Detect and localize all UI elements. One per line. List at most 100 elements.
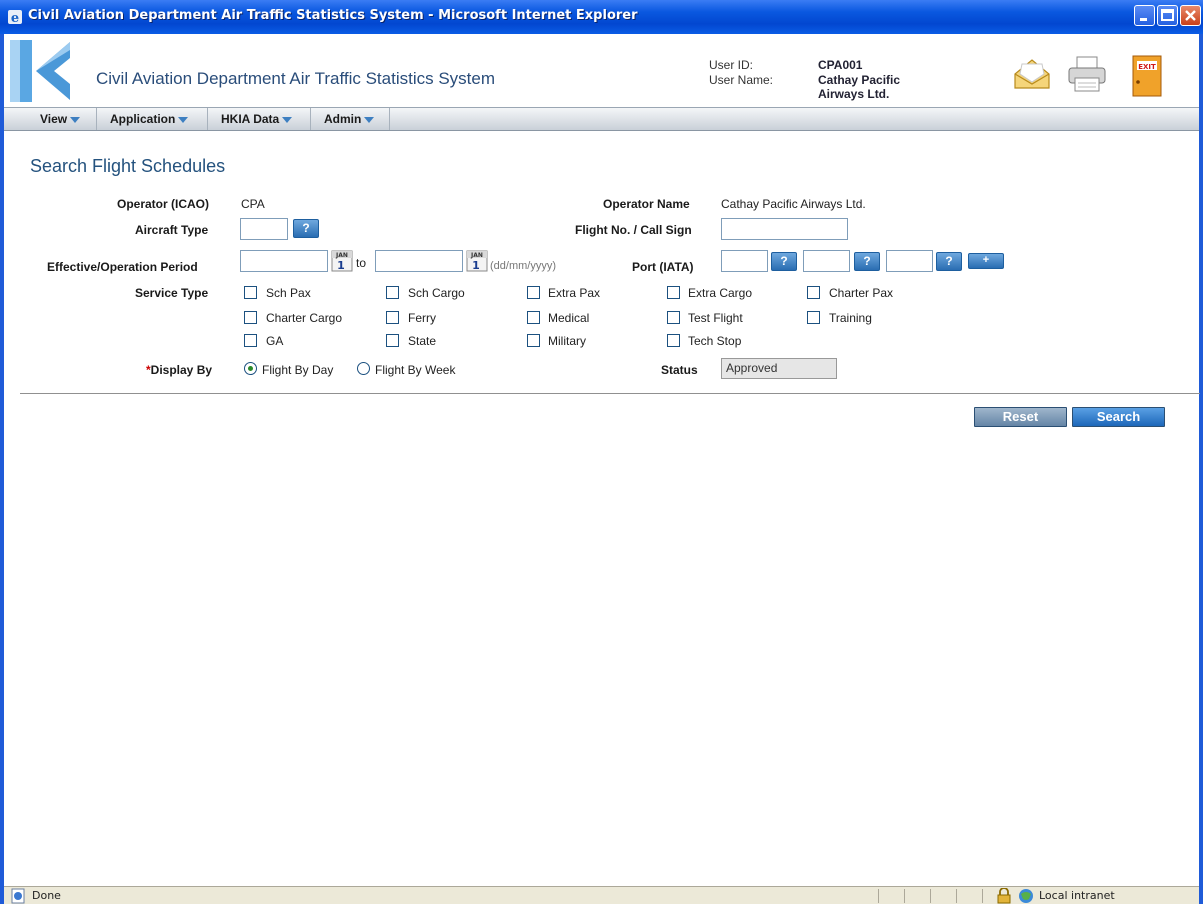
service-ferry-checkbox[interactable] bbox=[386, 311, 399, 324]
security-zone-text: Local intranet bbox=[1039, 889, 1115, 902]
radio-selected-dot bbox=[248, 366, 253, 371]
service-charter-cargo-label: Charter Cargo bbox=[266, 311, 343, 325]
port-label: Port (IATA) bbox=[632, 260, 694, 274]
service-military-checkbox[interactable] bbox=[527, 334, 540, 347]
menu-hkia-data-label: HKIA Data bbox=[221, 112, 280, 126]
chevron-down-icon bbox=[282, 116, 293, 123]
app-title: Civil Aviation Department Air Traffic St… bbox=[96, 69, 496, 88]
status-label: Status bbox=[661, 363, 698, 377]
add-port-button[interactable]: + bbox=[968, 253, 1004, 269]
exit-icon[interactable]: EXIT bbox=[1132, 55, 1162, 97]
port-input-1[interactable] bbox=[721, 250, 768, 272]
chevron-down-icon bbox=[178, 116, 189, 123]
port-input-2[interactable] bbox=[803, 250, 850, 272]
search-button[interactable]: Search bbox=[1072, 407, 1165, 427]
service-ferry-label: Ferry bbox=[408, 311, 436, 325]
service-medical-label: Medical bbox=[548, 311, 590, 325]
service-extra-cargo-checkbox[interactable] bbox=[667, 286, 680, 299]
status-text: Done bbox=[32, 889, 61, 902]
aircraft-type-label: Aircraft Type bbox=[135, 223, 209, 237]
menu-admin-label: Admin bbox=[324, 112, 362, 126]
cad-logo bbox=[10, 40, 70, 102]
service-tech-stop-checkbox[interactable] bbox=[667, 334, 680, 347]
browser-content: Civil Aviation Department Air Traffic St… bbox=[4, 34, 1200, 904]
display-by-week-radio[interactable] bbox=[357, 362, 370, 375]
reset-button[interactable]: Reset bbox=[974, 407, 1067, 427]
app-header: Civil Aviation Department Air Traffic St… bbox=[4, 34, 1199, 107]
user-id-value: CPA001 bbox=[818, 58, 863, 72]
window-titlebar[interactable]: e Civil Aviation Department Air Traffic … bbox=[0, 0, 1203, 34]
chevron-down-icon bbox=[364, 116, 375, 123]
period-from-input[interactable] bbox=[240, 250, 328, 272]
service-sch-pax-checkbox[interactable] bbox=[244, 286, 257, 299]
menu-hkia-data[interactable]: HKIA Data bbox=[208, 108, 311, 130]
user-name-line2: Airways Ltd. bbox=[818, 87, 890, 101]
service-test-flight-checkbox[interactable] bbox=[667, 311, 680, 324]
service-sch-cargo-checkbox[interactable] bbox=[386, 286, 399, 299]
port-3-lookup-button[interactable]: ? bbox=[936, 252, 962, 271]
close-button[interactable] bbox=[1180, 5, 1201, 26]
maximize-button[interactable] bbox=[1157, 5, 1178, 26]
menu-admin[interactable]: Admin bbox=[311, 108, 390, 130]
user-id-label: User ID: bbox=[709, 58, 754, 72]
status-separator bbox=[878, 889, 879, 903]
intranet-zone-icon bbox=[1019, 889, 1033, 903]
maximize-icon bbox=[1161, 9, 1174, 21]
lock-icon bbox=[997, 888, 1011, 904]
browser-status-bar: Done Local intranet bbox=[4, 886, 1199, 904]
service-charter-cargo-checkbox[interactable] bbox=[244, 311, 257, 324]
menu-view-label: View bbox=[40, 112, 68, 126]
display-by-text: Display By bbox=[150, 363, 213, 377]
service-sch-pax-label: Sch Pax bbox=[266, 286, 311, 300]
operator-icao-value: CPA bbox=[241, 197, 265, 211]
flight-no-input[interactable] bbox=[721, 218, 848, 240]
calendar-month-text: JAN bbox=[470, 252, 483, 259]
aircraft-type-input[interactable] bbox=[240, 218, 288, 240]
service-test-flight-label: Test Flight bbox=[688, 311, 743, 325]
minimize-button[interactable] bbox=[1134, 5, 1155, 26]
aircraft-type-lookup-button[interactable]: ? bbox=[293, 219, 319, 238]
display-by-week-label: Flight By Week bbox=[375, 363, 456, 377]
window-title: Civil Aviation Department Air Traffic St… bbox=[28, 8, 638, 23]
service-type-label: Service Type bbox=[135, 286, 209, 300]
service-extra-pax-checkbox[interactable] bbox=[527, 286, 540, 299]
minimize-icon bbox=[1140, 18, 1147, 21]
port-1-lookup-button[interactable]: ? bbox=[771, 252, 797, 271]
service-charter-pax-checkbox[interactable] bbox=[807, 286, 820, 299]
port-2-lookup-button[interactable]: ? bbox=[854, 252, 880, 271]
menu-application[interactable]: Application bbox=[97, 108, 208, 130]
mail-icon[interactable] bbox=[1012, 54, 1052, 94]
service-state-label: State bbox=[408, 334, 437, 348]
menu-view[interactable]: View bbox=[27, 108, 97, 130]
operator-name-label: Operator Name bbox=[603, 197, 690, 211]
chevron-down-icon bbox=[70, 116, 81, 123]
printer-icon[interactable] bbox=[1066, 54, 1108, 94]
menu-bar: View Application HKIA Data Admin bbox=[4, 107, 1199, 131]
port-input-3[interactable] bbox=[886, 250, 933, 272]
calendar-month-text: JAN bbox=[335, 252, 348, 259]
display-by-day-label: Flight By Day bbox=[262, 363, 334, 377]
service-training-checkbox[interactable] bbox=[807, 311, 820, 324]
divider bbox=[20, 393, 1200, 394]
display-by-day-radio[interactable] bbox=[244, 362, 257, 375]
operator-icao-label: Operator (ICAO) bbox=[117, 197, 210, 211]
browser-window: e Civil Aviation Department Air Traffic … bbox=[0, 0, 1203, 904]
service-medical-checkbox[interactable] bbox=[527, 311, 540, 324]
period-to-input[interactable] bbox=[375, 250, 463, 272]
page-title: Search Flight Schedules bbox=[30, 156, 226, 176]
service-charter-pax-label: Charter Pax bbox=[829, 286, 894, 300]
exit-text: EXIT bbox=[1138, 63, 1156, 71]
status-separator bbox=[904, 889, 905, 903]
service-extra-pax-label: Extra Pax bbox=[548, 286, 601, 300]
internet-explorer-icon: e bbox=[8, 10, 22, 25]
calendar-icon[interactable]: JAN 1 bbox=[331, 250, 353, 272]
service-state-checkbox[interactable] bbox=[386, 334, 399, 347]
display-by-label: *Display By bbox=[146, 363, 212, 377]
service-sch-cargo-label: Sch Cargo bbox=[408, 286, 465, 300]
service-training-label: Training bbox=[829, 311, 872, 325]
service-ga-checkbox[interactable] bbox=[244, 334, 257, 347]
status-separator bbox=[930, 889, 931, 903]
flight-no-label: Flight No. / Call Sign bbox=[575, 223, 692, 237]
menu-application-label: Application bbox=[110, 112, 176, 126]
calendar-icon[interactable]: JAN 1 bbox=[466, 250, 488, 272]
